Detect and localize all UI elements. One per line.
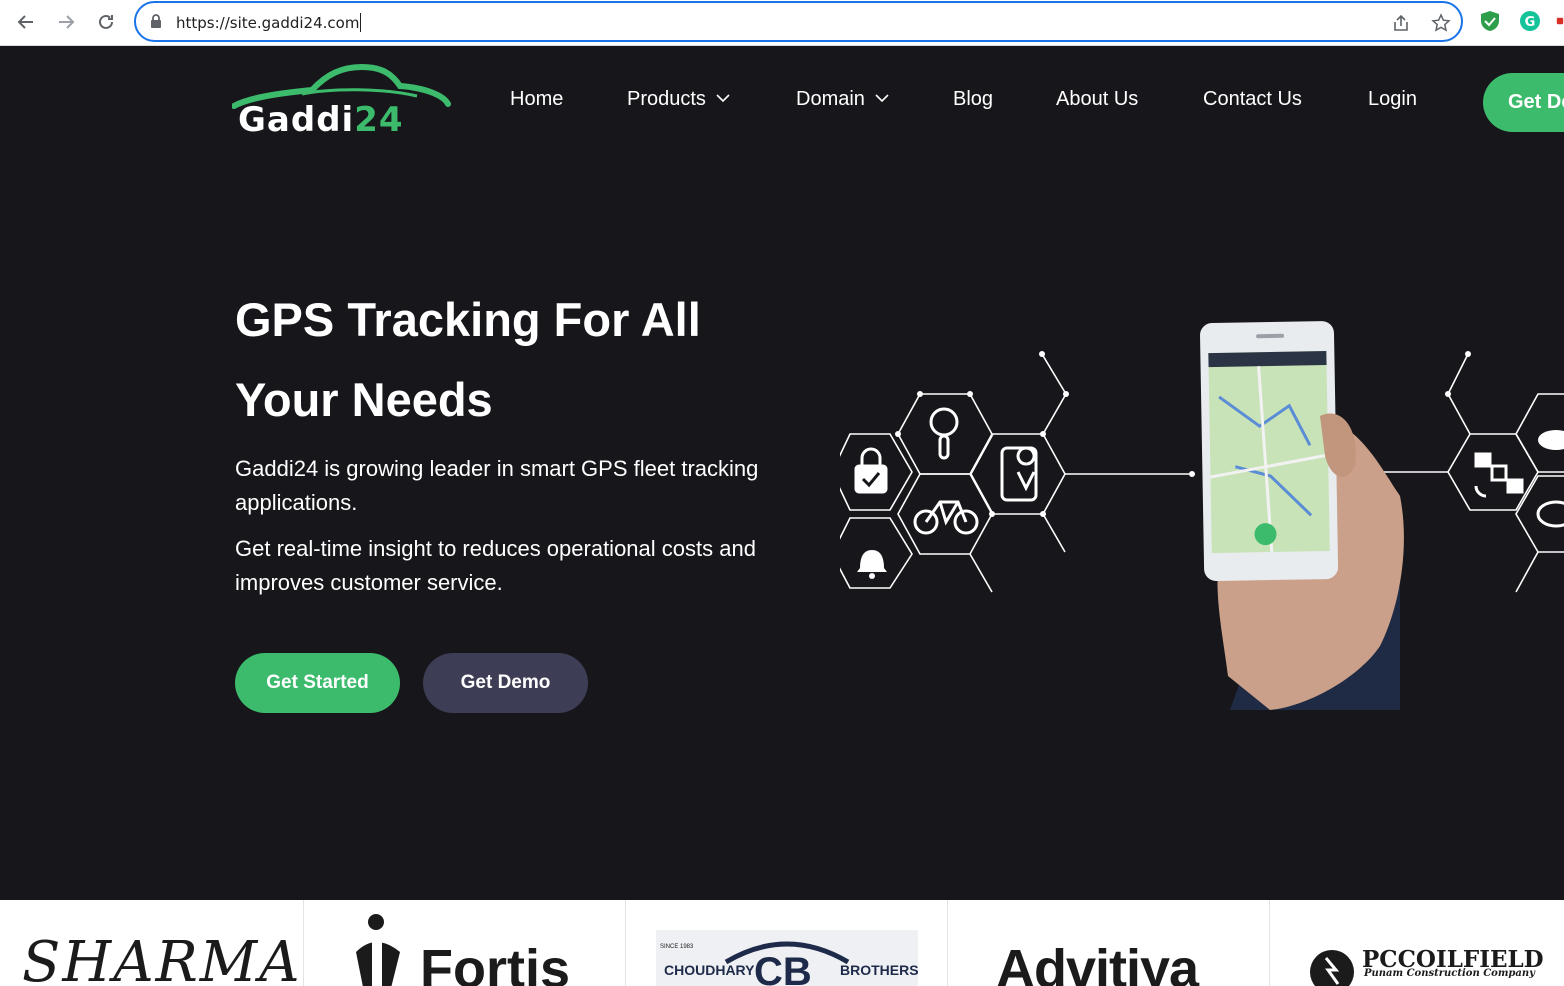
- nav-about[interactable]: About Us: [1056, 88, 1138, 111]
- back-button[interactable]: [12, 8, 40, 36]
- client-logos-strip: SHARMA Fortis SINCE 1983 CHOUDHARY CB BR…: [0, 900, 1564, 986]
- chevron-down-icon: [716, 94, 730, 103]
- extension-icon: [1556, 17, 1564, 25]
- nav-blog[interactable]: Blog: [953, 88, 993, 111]
- padlock-check-icon: [854, 447, 888, 494]
- nav-domain[interactable]: Domain: [796, 88, 889, 111]
- shield-extension-icon: [1481, 11, 1499, 31]
- hero-title: GPS Tracking For All Your Needs: [235, 293, 701, 426]
- client-logo-pccoilfield: PCCOILFIELD Punam Construction Company: [1270, 900, 1564, 986]
- map-pin-icon: [1000, 446, 1038, 502]
- client-logo-fortis: Fortis: [304, 900, 626, 986]
- fortis-mark-icon: [356, 914, 400, 986]
- bicycle-icon: [913, 500, 979, 535]
- grammarly-extension-button[interactable]: G: [1519, 10, 1541, 32]
- forward-arrow-icon: [59, 15, 75, 29]
- share-icon: [1394, 14, 1408, 31]
- browser-toolbar: https://site.gaddi24.com G: [0, 0, 1564, 46]
- nav-home[interactable]: Home: [510, 88, 563, 111]
- gps-hero-illustration: [840, 321, 1564, 710]
- hero-description-1: Gaddi24 is growing leader in smart GPS f…: [235, 456, 759, 515]
- forward-button[interactable]: [52, 8, 80, 36]
- satellite-icon: [1474, 452, 1524, 498]
- cloud-download-icon: [1536, 500, 1564, 528]
- nav-domain-label: Domain: [796, 88, 865, 110]
- share-button[interactable]: [1390, 12, 1412, 34]
- back-arrow-icon: [17, 15, 33, 29]
- client-cb-since: SINCE 1983: [660, 944, 694, 950]
- client-cb-left: CHOUDHARY: [664, 962, 755, 978]
- reload-icon: [99, 14, 113, 29]
- url-text[interactable]: https://site.gaddi24.com: [176, 13, 361, 32]
- site-logo[interactable]: Gaddi24: [232, 64, 452, 140]
- chevron-down-icon: [875, 94, 889, 103]
- svg-text:G: G: [1525, 15, 1536, 30]
- client-logo-choudhary-brothers: SINCE 1983 CHOUDHARY CB BROTHERS: [626, 900, 948, 986]
- reload-button[interactable]: [92, 8, 120, 36]
- extension-button[interactable]: [1556, 10, 1564, 32]
- client-logo-advitiya: Advitiya: [948, 900, 1270, 986]
- cloud-icon: [1538, 430, 1564, 450]
- lock-icon: [151, 14, 161, 28]
- get-started-button[interactable]: Get Started: [235, 653, 400, 713]
- get-demo-button[interactable]: Get Demo: [423, 653, 588, 713]
- nav-login[interactable]: Login: [1368, 88, 1417, 111]
- client-cb-right: BROTHERS: [840, 962, 919, 978]
- nav-products[interactable]: Products: [627, 88, 730, 111]
- hero-description-2: Get real-time insight to reduces operati…: [235, 536, 756, 595]
- alarm-bell-icon: [857, 550, 887, 579]
- client-name-fortis: Fortis: [420, 939, 571, 986]
- header-get-demo-button[interactable]: Get Demo: [1483, 73, 1564, 132]
- client-logo-sharma: SHARMA: [0, 900, 304, 986]
- client-pcc-tagline: Punam Construction Company: [1364, 968, 1535, 979]
- grammarly-extension-icon: G: [1520, 11, 1540, 31]
- star-icon: [1431, 13, 1451, 32]
- cb-arc-icon: [724, 941, 850, 964]
- logo-wordmark: Gaddi24: [238, 100, 404, 140]
- magnifier-icon: [929, 407, 959, 460]
- client-name-advitiya: Advitiya: [996, 939, 1199, 986]
- nav-products-label: Products: [627, 88, 706, 110]
- bookmark-button[interactable]: [1430, 12, 1452, 34]
- client-name-sharma: SHARMA: [22, 930, 302, 986]
- smartphone: [1200, 321, 1339, 581]
- nav-contact[interactable]: Contact Us: [1203, 88, 1302, 111]
- shield-extension-button[interactable]: [1479, 10, 1501, 32]
- pcc-flame-icon: [1310, 950, 1354, 986]
- address-bar[interactable]: https://site.gaddi24.com: [134, 1, 1463, 42]
